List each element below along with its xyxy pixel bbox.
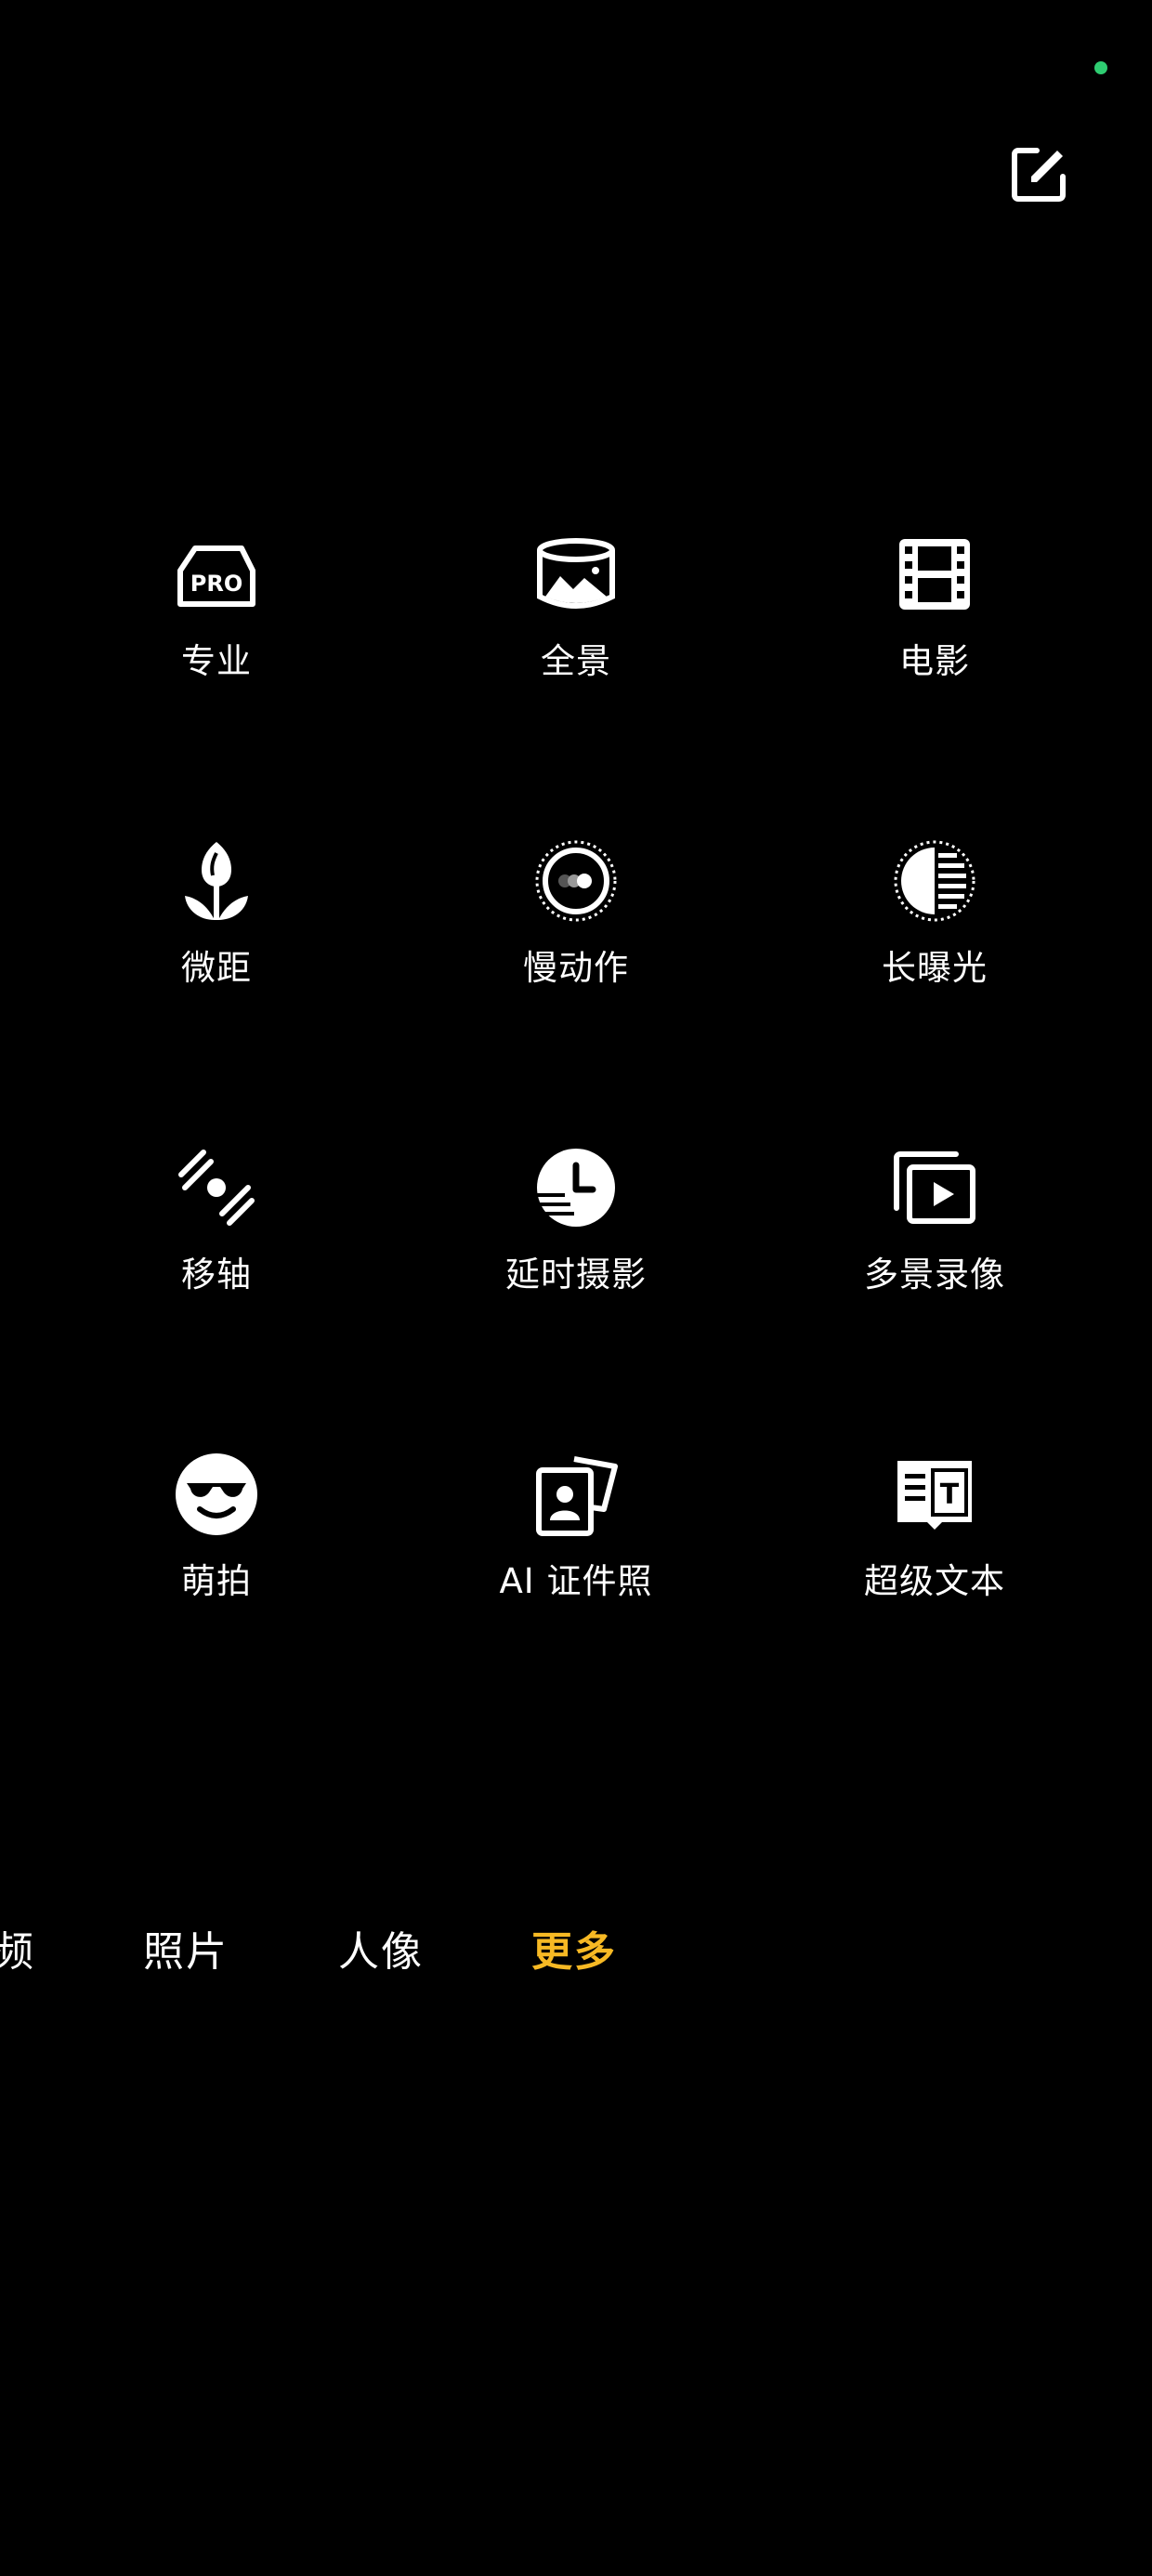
mode-switcher-tabs: 频 照片 人像 更多 [0, 1920, 1152, 1985]
mode-slow-motion[interactable]: 慢动作 [465, 836, 687, 1022]
mode-super-text[interactable]: T 超级文本 [823, 1450, 1046, 1636]
mode-label: 微距 [181, 948, 252, 988]
mode-label: 延时摄影 [505, 1255, 647, 1295]
edit-button[interactable] [1003, 139, 1074, 210]
mode-label: 慢动作 [523, 948, 629, 988]
tab-portrait[interactable]: 人像 [338, 1920, 424, 1985]
mode-label: 多景录像 [864, 1255, 1005, 1295]
multi-scene-video-icon [894, 1151, 975, 1224]
mode-long-exposure[interactable]: 长曝光 [823, 836, 1046, 1022]
mode-label: 萌拍 [181, 1561, 252, 1601]
mode-timelapse[interactable]: 延时摄影 [465, 1143, 687, 1329]
mode-label: AI 证件照 [499, 1561, 653, 1601]
mode-label: 长曝光 [882, 948, 988, 988]
super-text-icon: T [897, 1461, 972, 1530]
mode-tilt-shift[interactable]: 移轴 [105, 1143, 328, 1329]
tilt-shift-icon [178, 1150, 255, 1226]
id-photo-icon [536, 1456, 618, 1536]
pro-camera-icon: PRO [177, 545, 255, 607]
camera-modes-grid: PRO 专业 全景 电影 微距 慢动作 长曝光 移轴 延时摄影 多景录像 萌拍 … [0, 493, 1152, 1719]
pro-icon-text: PRO [190, 571, 242, 597]
status-indicator-dot [1094, 61, 1107, 74]
mode-multi-scene-video[interactable]: 多景录像 [823, 1143, 1046, 1329]
tulip-icon [185, 842, 248, 920]
film-icon [899, 539, 970, 610]
tab-photo[interactable]: 照片 [143, 1920, 229, 1985]
long-exposure-icon [894, 840, 975, 922]
mode-ai-id-photo[interactable]: AI 证件照 [465, 1450, 687, 1636]
mode-macro[interactable]: 微距 [105, 836, 328, 1022]
panorama-icon [537, 538, 615, 609]
mode-label: 电影 [899, 641, 970, 681]
mode-label: 全景 [541, 641, 611, 681]
tab-more[interactable]: 更多 [531, 1920, 617, 1985]
mode-pro[interactable]: PRO 专业 [105, 530, 328, 716]
mode-panorama[interactable]: 全景 [465, 530, 687, 716]
mode-label: 超级文本 [864, 1561, 1005, 1601]
mode-label: 专业 [181, 641, 252, 681]
edit-icon [1012, 148, 1066, 202]
mode-label: 移轴 [181, 1255, 252, 1295]
mode-movie[interactable]: 电影 [823, 530, 1046, 716]
slow-motion-icon [535, 840, 617, 922]
tab-video[interactable]: 频 [0, 1920, 35, 1985]
mode-cute-shot[interactable]: 萌拍 [105, 1450, 328, 1636]
sunglasses-face-icon [176, 1453, 257, 1535]
timelapse-icon [537, 1149, 615, 1227]
super-text-icon-letter: T [940, 1479, 960, 1511]
